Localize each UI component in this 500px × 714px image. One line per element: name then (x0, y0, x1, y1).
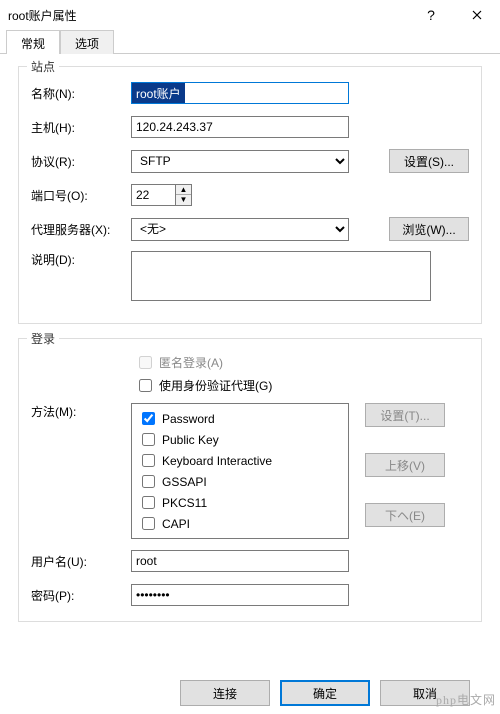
tab-general[interactable]: 常规 (6, 30, 60, 54)
port-input[interactable] (131, 184, 175, 206)
method-item-publickey[interactable]: Public Key (138, 429, 342, 450)
cancel-button[interactable]: 取消 (380, 680, 470, 706)
method-item-capi[interactable]: CAPI (138, 513, 342, 534)
pass-input[interactable] (131, 584, 349, 606)
method-item-gssapi[interactable]: GSSAPI (138, 471, 342, 492)
method-down-button[interactable]: 下ヘ(E) (365, 503, 445, 527)
spin-up-icon[interactable]: ▲ (176, 185, 191, 195)
method-item-password[interactable]: Password (138, 408, 342, 429)
host-input[interactable] (131, 116, 349, 138)
desc-label: 说明(D): (31, 251, 131, 268)
auth-agent-label: 使用身份验证代理(G) (159, 377, 272, 394)
tab-options[interactable]: 选项 (60, 30, 114, 54)
method-cb-pkcs11[interactable] (142, 496, 155, 509)
proxy-browse-button[interactable]: 浏览(W)... (389, 217, 469, 241)
protocol-settings-button[interactable]: 设置(S)... (389, 149, 469, 173)
spin-down-icon[interactable]: ▼ (176, 195, 191, 205)
port-spinner[interactable]: ▲ ▼ (131, 184, 192, 206)
anon-checkbox (139, 356, 152, 369)
method-cb-password[interactable] (142, 412, 155, 425)
method-cb-publickey[interactable] (142, 433, 155, 446)
proxy-label: 代理服务器(X): (31, 221, 131, 238)
port-label: 端口号(O): (31, 187, 131, 204)
titlebar: root账户属性 ? (0, 0, 500, 30)
protocol-select[interactable]: SFTP (131, 150, 349, 173)
method-item-pkcs11[interactable]: PKCS11 (138, 492, 342, 513)
auth-agent-checkbox[interactable] (139, 379, 152, 392)
method-cb-keyboard[interactable] (142, 454, 155, 467)
tab-bar: 常规 选项 (0, 30, 500, 54)
protocol-label: 协议(R): (31, 153, 131, 170)
method-label: 方法(M): (31, 403, 131, 420)
method-settings-button[interactable]: 设置(T)... (365, 403, 445, 427)
methods-list[interactable]: Password Public Key Keyboard Interactive… (131, 403, 349, 539)
name-input[interactable] (131, 82, 349, 104)
group-login: 登录 匿名登录(A) 使用身份验证代理(G) 方法(M): Password P… (18, 338, 482, 622)
method-cb-capi[interactable] (142, 517, 155, 530)
anon-label: 匿名登录(A) (159, 354, 223, 371)
method-item-keyboard[interactable]: Keyboard Interactive (138, 450, 342, 471)
user-label: 用户名(U): (31, 553, 131, 570)
desc-textarea[interactable] (131, 251, 431, 301)
user-input[interactable] (131, 550, 349, 572)
group-site-legend: 站点 (27, 58, 59, 75)
host-label: 主机(H): (31, 119, 131, 136)
window-title: root账户属性 (8, 7, 408, 24)
name-label: 名称(N): (31, 85, 131, 102)
method-cb-gssapi[interactable] (142, 475, 155, 488)
proxy-select[interactable]: <无> (131, 218, 349, 241)
pass-label: 密码(P): (31, 587, 131, 604)
group-login-legend: 登录 (27, 330, 59, 347)
group-site: 站点 名称(N): 主机(H): 协议(R): SFTP 设置(S)... (18, 66, 482, 324)
method-up-button[interactable]: 上移(V) (365, 453, 445, 477)
ok-button[interactable]: 确定 (280, 680, 370, 706)
help-button[interactable]: ? (408, 0, 454, 30)
dialog-buttons: 连接 确定 取消 (180, 680, 470, 706)
close-icon (472, 10, 482, 20)
connect-button[interactable]: 连接 (180, 680, 270, 706)
close-button[interactable] (454, 0, 500, 30)
